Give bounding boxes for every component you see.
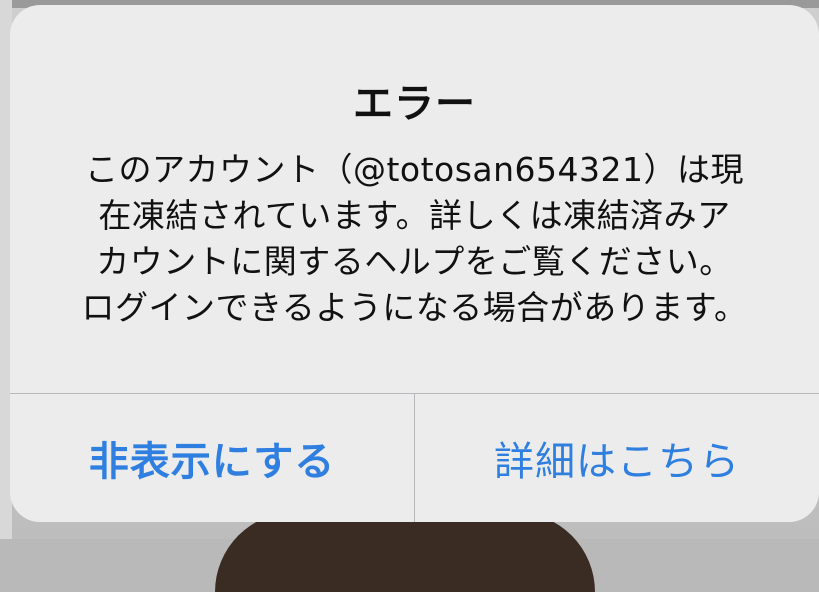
alert-message-line: ログインできるようになる場合があります。	[81, 288, 748, 327]
background-object	[215, 512, 595, 592]
alert-message-line: カウントに関するヘルプをご覧ください。	[96, 242, 733, 281]
hide-button[interactable]: 非表示にする	[10, 394, 414, 522]
error-alert-dialog: エラー このアカウント（@totosan654321）は現 在凍結されています。…	[10, 5, 819, 522]
alert-title: エラー	[353, 81, 476, 127]
alert-message-line: 在凍結されています。詳しくは凍結済みア	[98, 196, 731, 235]
alert-message-line: このアカウント（@totosan654321）は現	[84, 150, 745, 189]
alert-body: エラー このアカウント（@totosan654321）は現 在凍結されています。…	[10, 5, 819, 390]
learn-more-button[interactable]: 詳細はこちら	[415, 394, 819, 522]
alert-message: このアカウント（@totosan654321）は現 在凍結されています。詳しくは…	[40, 147, 789, 331]
